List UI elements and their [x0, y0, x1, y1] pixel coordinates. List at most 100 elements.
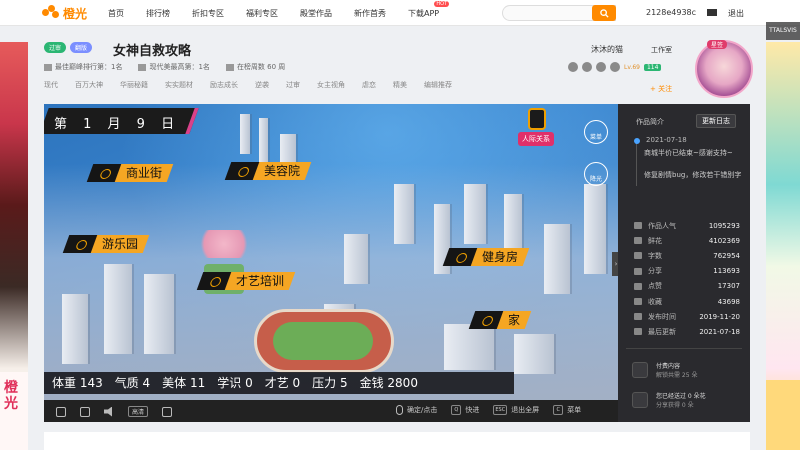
game-date: 第 1 月 9 日	[54, 117, 181, 132]
location-talent-training[interactable]: 才艺培训	[196, 272, 296, 290]
relation-icon[interactable]	[528, 108, 546, 130]
workroom-label[interactable]: 工作室	[651, 45, 672, 55]
building	[240, 114, 250, 154]
flower-share[interactable]: 您已经送过 0 朵花 分享获得 0 朵	[632, 392, 706, 410]
author-level: Lv.69	[624, 63, 640, 71]
nav-discount[interactable]: 折扣专区	[192, 8, 224, 19]
trophy-icon	[138, 63, 147, 71]
menu-hint-label: 菜单	[567, 406, 582, 414]
work-tags: 过审 翻版	[44, 42, 93, 53]
stat-row: 发布时间 2019-11-20	[634, 309, 740, 324]
paid-content[interactable]: 付费内容 解锁共需 25 朵	[632, 362, 697, 380]
stat-row: 字数 762954	[634, 248, 740, 263]
badge-icon	[582, 62, 592, 72]
hot-badge: HOT	[434, 0, 450, 7]
building	[344, 234, 368, 284]
nav-download-app[interactable]: 下载APP HOT	[408, 0, 450, 19]
control-left-group: 高清	[56, 406, 173, 417]
author-level-badge: 114	[643, 63, 662, 71]
building	[259, 118, 268, 164]
author-name[interactable]: 沐沐的猫	[591, 44, 623, 55]
brightness-button[interactable]: 降光	[584, 162, 608, 186]
nav-new[interactable]: 新作首秀	[354, 8, 386, 19]
location-commercial-street[interactable]: 商业街	[86, 164, 174, 182]
location-amusement-park[interactable]: 游乐园	[62, 235, 150, 253]
publish-icon	[634, 313, 642, 321]
location-label: 家	[496, 311, 532, 329]
stat-key: 作品人气	[648, 221, 676, 230]
quality-button[interactable]: 高清	[128, 406, 149, 417]
meta-rank: 最佳巅峰排行第：1名	[44, 62, 122, 72]
stat-key: 发布时间	[648, 312, 676, 321]
stat-row: 最后更新 2021-07-18	[634, 324, 740, 339]
location-text: 商业街	[126, 166, 163, 180]
update-note: 商城半价已结束~感谢支持~	[644, 149, 733, 157]
genre-tag[interactable]: 百万大神	[75, 80, 103, 90]
update-log-button[interactable]: 更新日志	[696, 114, 736, 128]
share-title: 您已经送过 0 朵花	[656, 393, 706, 400]
mouse-icon	[396, 405, 403, 415]
genre-tag[interactable]: 逆袭	[255, 80, 269, 90]
location-text: 美容院	[264, 164, 301, 178]
logo-icon	[42, 5, 60, 21]
top-nav-bar: 橙光 首页 排行榜 折扣专区 福利专区 殿堂作品 新作首秀 下载APP HOT 2…	[0, 0, 800, 26]
logo[interactable]: 橙光	[42, 4, 87, 22]
main-nav: 首页 排行榜 折扣专区 福利专区 殿堂作品 新作首秀 下载APP HOT	[108, 0, 461, 26]
game-canvas[interactable]: 第 1 月 9 日 人际关系 菜单 降光 商业街 美容院 游乐园 才艺培训 健身…	[44, 104, 618, 400]
building	[394, 184, 414, 244]
game-menu-label: 菜单	[589, 134, 602, 141]
screen-icon[interactable]	[162, 406, 173, 417]
update-date: 2021-07-18	[646, 136, 687, 144]
location-text: 健身房	[482, 250, 519, 264]
genre-tag[interactable]: 精美	[393, 80, 407, 90]
building	[444, 324, 494, 370]
running-track	[254, 309, 394, 373]
confirm-hint[interactable]: 确定/点击	[396, 405, 437, 415]
exit-fullscreen-hint[interactable]: ESC 退出全屏	[493, 405, 539, 415]
genre-tag[interactable]: 女主视角	[317, 80, 345, 90]
logout-link[interactable]: 退出	[728, 8, 744, 19]
mail-icon[interactable]	[707, 9, 717, 16]
search-button[interactable]	[592, 5, 616, 21]
author-badges: Lv.69 114	[568, 62, 662, 72]
fast-forward-hint[interactable]: Q 快进	[451, 405, 479, 415]
stat-value: 2021-07-18	[699, 327, 740, 336]
clock-icon	[634, 328, 642, 336]
location-home[interactable]: 家	[468, 311, 532, 329]
stat-key: 鲜花	[648, 236, 662, 245]
stat-key: 最后更新	[648, 327, 676, 336]
right-ad-bottom[interactable]	[766, 380, 800, 450]
nav-welfare[interactable]: 福利专区	[246, 8, 278, 19]
flower-gift-icon	[632, 392, 648, 408]
genre-tag[interactable]: 编辑推荐	[424, 80, 452, 90]
genre-tag[interactable]: 华丽秘籍	[120, 80, 148, 90]
genre-tag[interactable]: 实实题材	[165, 80, 193, 90]
stat-value: 4102369	[708, 236, 740, 245]
paid-title: 付费内容	[656, 363, 681, 370]
save-icon[interactable]	[56, 406, 66, 417]
nav-ranking[interactable]: 排行榜	[146, 8, 170, 19]
share-sub: 分享获得 0 朵	[656, 402, 694, 409]
follow-button[interactable]: + 关注	[650, 84, 672, 94]
genre-tag[interactable]: 现代	[44, 80, 58, 90]
panel-header: 作品简介	[636, 118, 664, 126]
relation-button[interactable]: 人际关系	[518, 132, 554, 146]
left-ad-bottom[interactable]: 橙光	[0, 372, 28, 450]
nav-hall[interactable]: 殿堂作品	[300, 8, 332, 19]
location-gym[interactable]: 健身房	[442, 248, 530, 266]
genre-tag[interactable]: 励志成长	[210, 80, 238, 90]
user-id[interactable]: 2128e4938c	[646, 8, 696, 17]
badge-icon	[568, 62, 578, 72]
menu-hint[interactable]: C 菜单	[553, 405, 581, 415]
building	[504, 194, 522, 250]
nav-home[interactable]: 首页	[108, 8, 124, 19]
game-menu-button[interactable]: 菜单	[584, 120, 608, 144]
flower-icon	[634, 237, 642, 245]
genre-tag[interactable]: 过审	[286, 80, 300, 90]
location-beauty-salon[interactable]: 美容院	[224, 162, 312, 180]
work-info-panel: 作品简介 更新日志 2021-07-18 商城半价已结束~感谢支持~ 修复剧情b…	[618, 104, 750, 422]
volume-icon[interactable]	[104, 406, 112, 417]
meta-rank-text: 最佳巅峰排行第：1名	[55, 63, 123, 71]
genre-tag[interactable]: 虐恋	[362, 80, 376, 90]
fullscreen-icon[interactable]	[80, 406, 90, 417]
